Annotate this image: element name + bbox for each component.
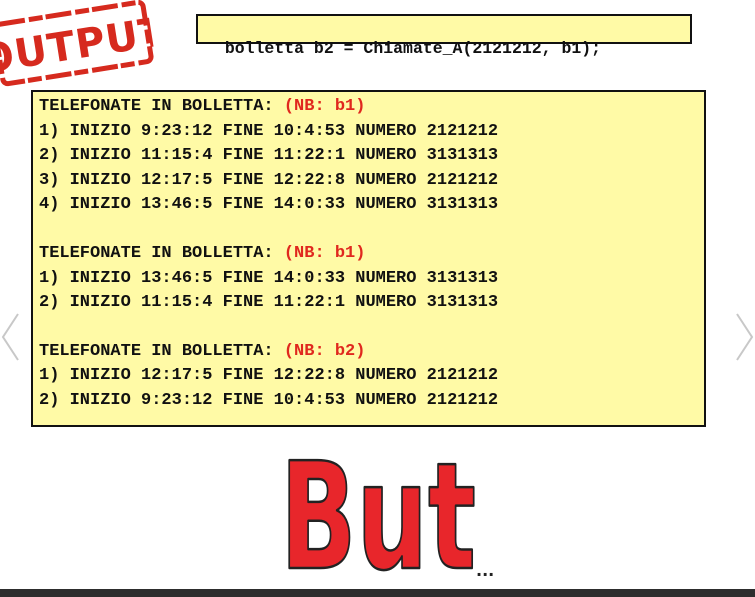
code-statement-box: bolletta b2 = Chiamate_A(2121212, b1); bbox=[196, 14, 692, 58]
output-row: 4) INIZIO 13:46:5 FINE 14:0:33 NUMERO 31… bbox=[39, 195, 499, 215]
but-word: But bbox=[280, 431, 476, 582]
output-row: 2) INIZIO 11:15:4 FINE 11:22:1 NUMERO 31… bbox=[39, 146, 499, 166]
output-row: 2) INIZIO 11:15:4 FINE 11:22:1 NUMERO 31… bbox=[39, 293, 499, 313]
output-row: 1) INIZIO 9:23:12 FINE 10:4:53 NUMERO 21… bbox=[39, 121, 499, 141]
output-row: 1) INIZIO 13:46:5 FINE 14:0:33 NUMERO 31… bbox=[39, 268, 499, 288]
prev-slide-button[interactable] bbox=[0, 312, 20, 362]
output-row: 1) INIZIO 12:17:5 FINE 12:22:8 NUMERO 21… bbox=[39, 366, 499, 386]
output-header: TELEFONATE IN BOLLETTA: (NB: b1) bbox=[39, 97, 366, 116]
nb-note: (NB: b1) bbox=[283, 97, 366, 116]
but-cartoon-text: But ... bbox=[272, 430, 504, 582]
nb-note: (NB: b1) bbox=[283, 243, 366, 263]
nb-note: (NB: b2) bbox=[283, 341, 366, 361]
next-slide-button[interactable] bbox=[735, 312, 755, 362]
console-output-panel: TELEFONATE IN BOLLETTA: (NB: b1) 1) INIZ… bbox=[31, 90, 706, 427]
output-row: 2) INIZIO 9:23:12 FINE 10:4:53 NUMERO 21… bbox=[39, 390, 499, 410]
but-ellipsis: ... bbox=[476, 561, 494, 580]
output-block-2: TELEFONATE IN BOLLETTA: (NB: b1) 1) INIZ… bbox=[39, 242, 704, 316]
chevron-right-icon bbox=[736, 313, 754, 361]
output-row: 3) INIZIO 12:17:5 FINE 12:22:8 NUMERO 21… bbox=[39, 170, 499, 190]
chevron-left-icon bbox=[1, 313, 19, 361]
output-block-3: TELEFONATE IN BOLLETTA: (NB: b2) 1) INIZ… bbox=[39, 340, 704, 414]
output-stamp-logo: OUTPUT bbox=[0, 0, 157, 90]
output-block-1: TELEFONATE IN BOLLETTA: (NB: b1) 1) INIZ… bbox=[39, 95, 704, 218]
output-header: TELEFONATE IN BOLLETTA: (NB: b2) bbox=[39, 341, 366, 361]
code-statement: bolletta b2 = Chiamate_A(2121212, b1); bbox=[224, 39, 602, 58]
output-header: TELEFONATE IN BOLLETTA: (NB: b1) bbox=[39, 243, 366, 263]
player-bottom-bar bbox=[0, 589, 755, 597]
